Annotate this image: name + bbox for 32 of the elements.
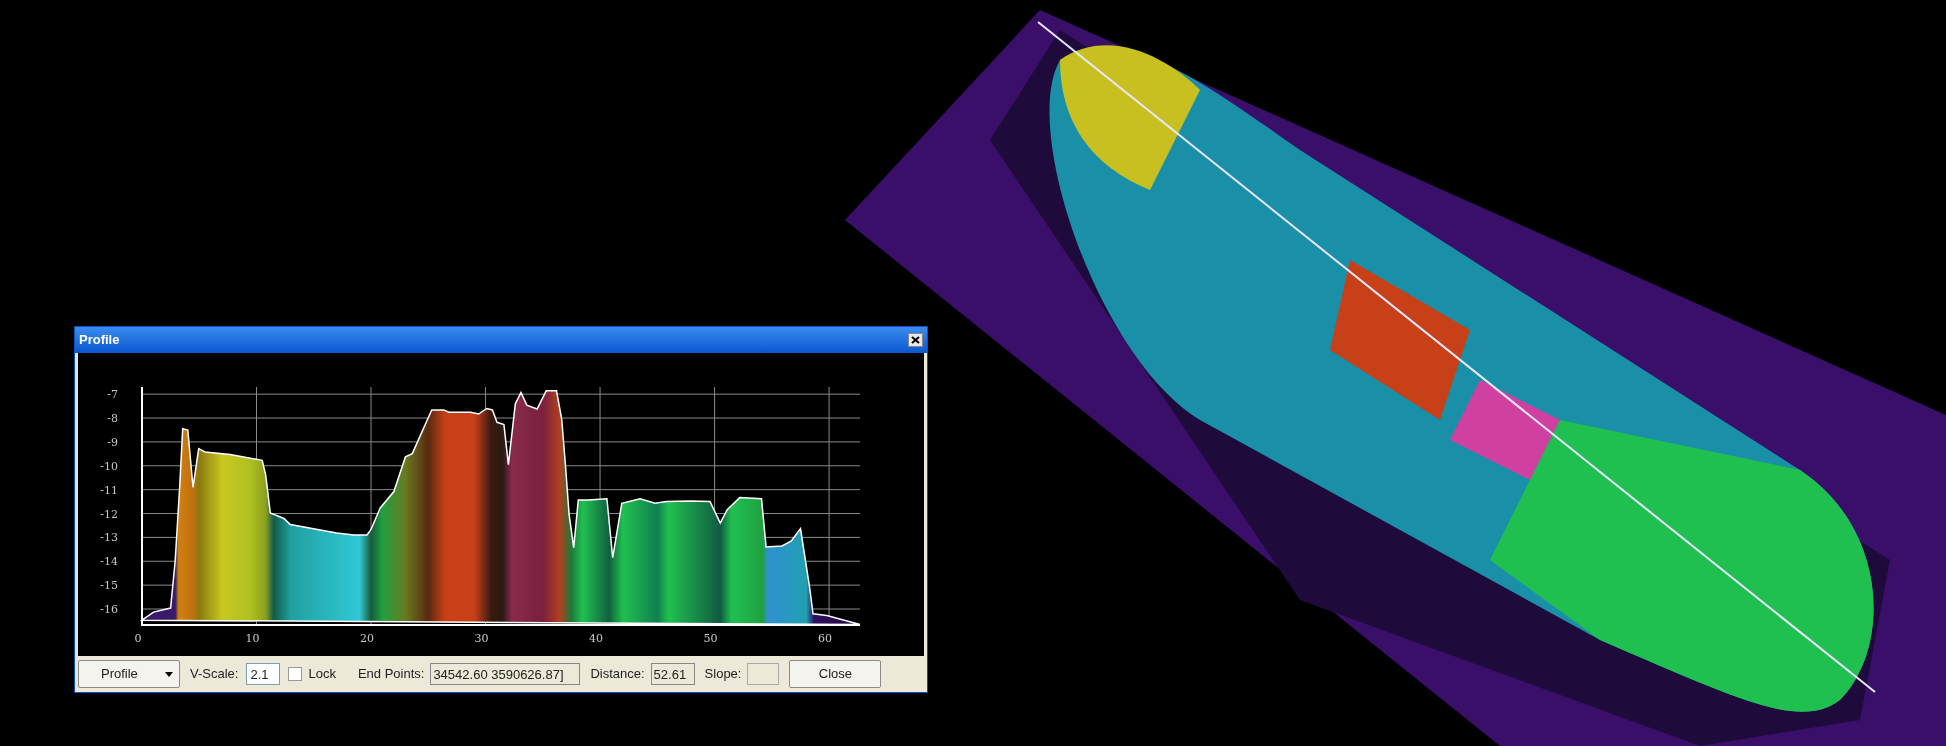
end-points-field[interactable]: 34542.60 3590626.87] — [430, 663, 581, 685]
v-scale-label: V-Scale: — [190, 665, 239, 684]
slope-label: Slope: — [704, 665, 742, 684]
end-points-label: End Points: — [357, 665, 425, 684]
x-tick-label: 50 — [703, 632, 718, 645]
y-tick-label: -10 — [100, 459, 118, 473]
lock-checkbox[interactable] — [288, 667, 303, 681]
x-tick-label: 60 — [818, 632, 833, 645]
lock-label: Lock — [308, 665, 336, 684]
y-tick-label: -13 — [100, 531, 118, 545]
v-scale-field[interactable]: 2.1 — [246, 663, 281, 685]
distance-label: Distance: — [590, 665, 645, 684]
close-button[interactable]: Close — [789, 660, 882, 688]
y-tick-label: -16 — [100, 603, 118, 616]
x-tick-label: 30 — [474, 632, 489, 645]
y-tick-label: -15 — [100, 579, 118, 593]
x-tick-label: 40 — [589, 632, 604, 645]
y-tick-label: -12 — [100, 507, 118, 521]
x-tick-label: 20 — [360, 632, 375, 645]
window-title: Profile — [79, 331, 120, 350]
y-tick-label: -7 — [107, 388, 118, 402]
caret-icon — [165, 671, 173, 677]
y-tick-label: -8 — [107, 412, 118, 426]
y-tick-label: -14 — [100, 555, 118, 569]
y-tick-label: -11 — [100, 483, 118, 497]
close-icon — [911, 336, 920, 344]
close-button[interactable] — [908, 333, 923, 347]
profile-dropdown[interactable]: Profile — [78, 660, 180, 688]
y-tick-label: -9 — [107, 435, 118, 449]
x-tick-label: 0 — [134, 632, 142, 645]
distance-field[interactable]: 52.61 — [650, 663, 695, 685]
x-tick-label: 10 — [245, 632, 260, 645]
